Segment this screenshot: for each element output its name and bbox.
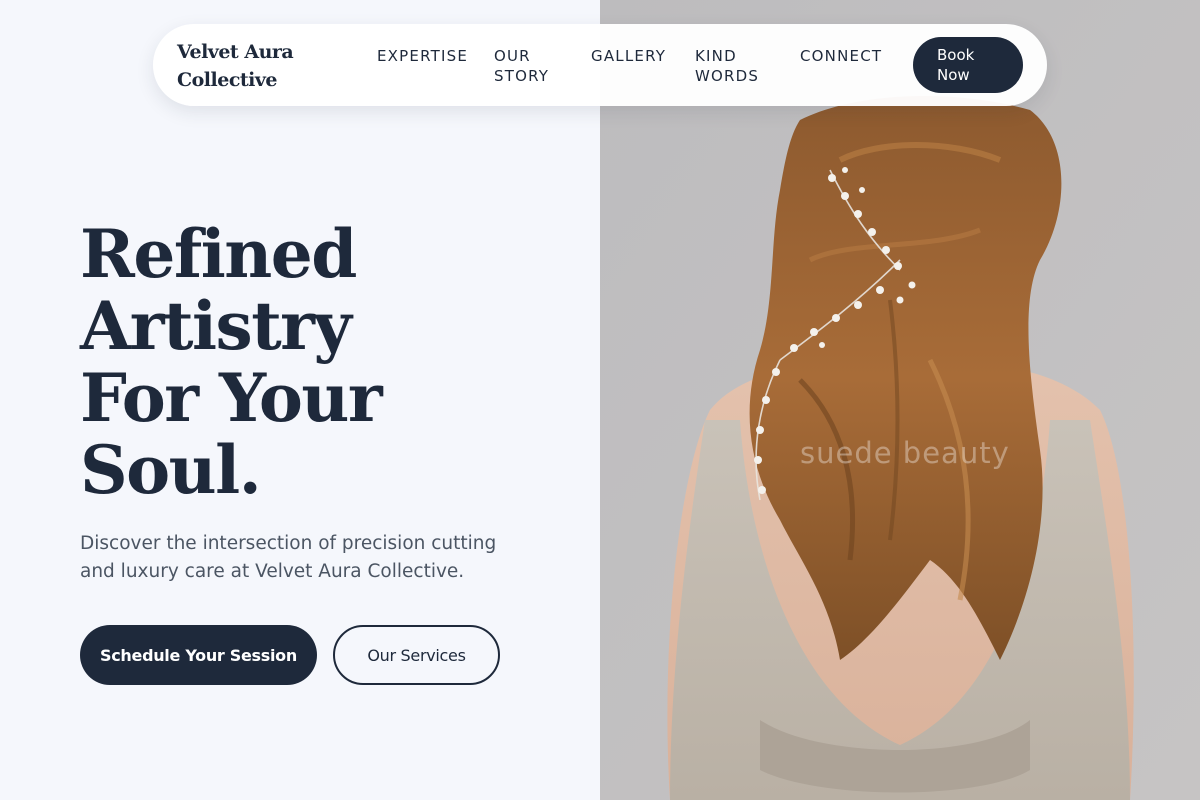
hero-headline: Refined Artistry For Your Soul. — [80, 218, 580, 506]
brand-name-line2: Collective — [177, 69, 278, 91]
bride-hair-photo — [600, 0, 1200, 800]
nav-link-kind-words[interactable]: KIND WORDS — [695, 46, 770, 86]
brand-name-line1: Velvet Aura — [177, 41, 294, 63]
headline-line: For Your — [80, 359, 383, 437]
hero-photo — [600, 0, 1200, 800]
our-services-button[interactable]: Our Services — [333, 625, 500, 685]
headline-line: Refined — [80, 215, 357, 293]
brand-logo[interactable]: Velvet Aura Collective — [177, 38, 317, 94]
headline-line: Soul. — [80, 431, 262, 509]
nav-link-expertise[interactable]: EXPERTISE — [377, 46, 468, 66]
photo-watermark: suede beauty — [800, 436, 1010, 470]
nav-link-gallery[interactable]: GALLERY — [591, 46, 666, 66]
schedule-session-button[interactable]: Schedule Your Session — [80, 625, 317, 685]
nav-link-connect[interactable]: CONNECT — [800, 46, 882, 66]
headline-line: Artistry — [80, 287, 352, 365]
nav-link-our-story[interactable]: OUR STORY — [494, 46, 569, 86]
book-now-button[interactable]: Book Now — [913, 37, 1023, 93]
hero-subtitle: Discover the intersection of precision c… — [80, 533, 497, 582]
top-nav: Velvet Aura Collective EXPERTISE OUR STO… — [153, 24, 1047, 106]
